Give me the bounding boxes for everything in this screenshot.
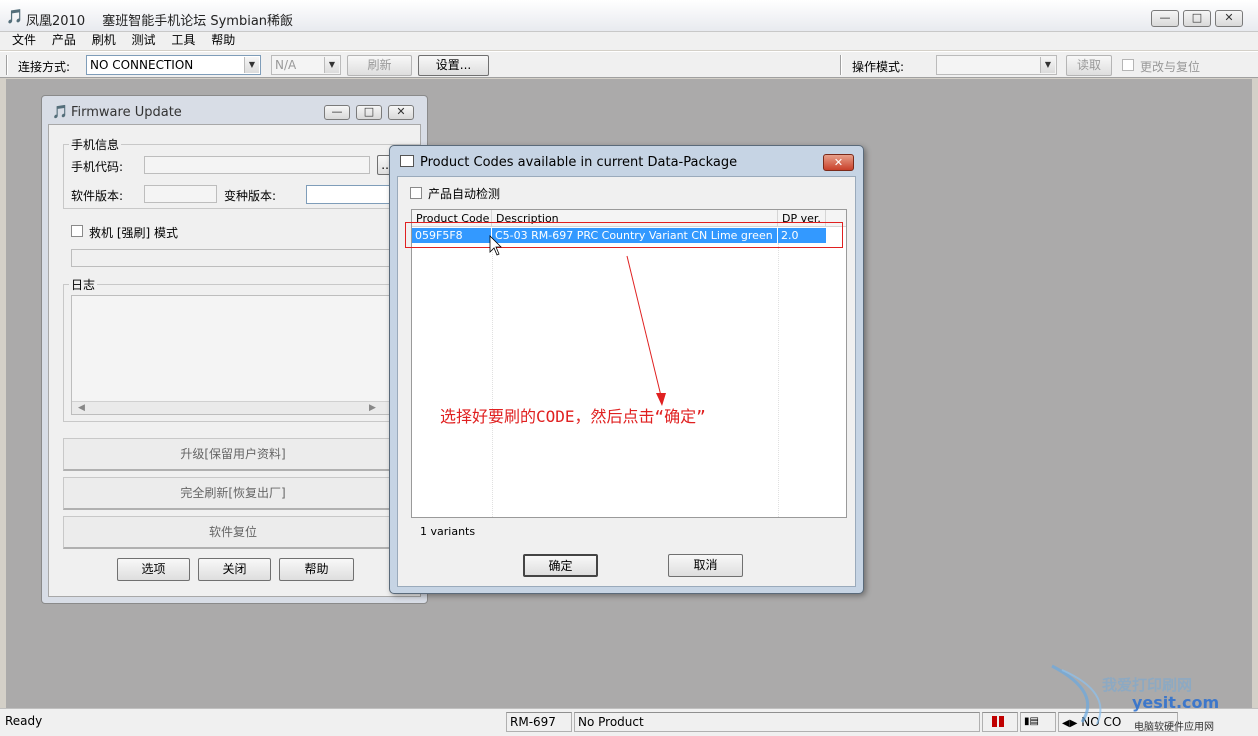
status-indicator bbox=[982, 712, 1018, 732]
watermark-tagline: 电脑软硬件应用网 bbox=[1134, 720, 1214, 733]
annotation-text: 选择好要刷的CODE，然后点击“确定” bbox=[440, 407, 706, 426]
status-product: No Product bbox=[574, 712, 980, 732]
watermark-site: yesit.com bbox=[1132, 693, 1219, 712]
red-indicator-icon bbox=[992, 716, 997, 727]
red-indicator-icon bbox=[999, 716, 1004, 727]
watermark-title: 我爱打印刷网 bbox=[1102, 676, 1192, 694]
annotation-arrow bbox=[489, 235, 666, 406]
status-model: RM-697 bbox=[506, 712, 572, 732]
mouse-cursor-icon bbox=[489, 235, 502, 256]
watermark-logo: yesit.com 我爱打印刷网 电脑软硬件应用网 bbox=[1051, 664, 1219, 733]
status-ready: Ready bbox=[5, 714, 43, 728]
